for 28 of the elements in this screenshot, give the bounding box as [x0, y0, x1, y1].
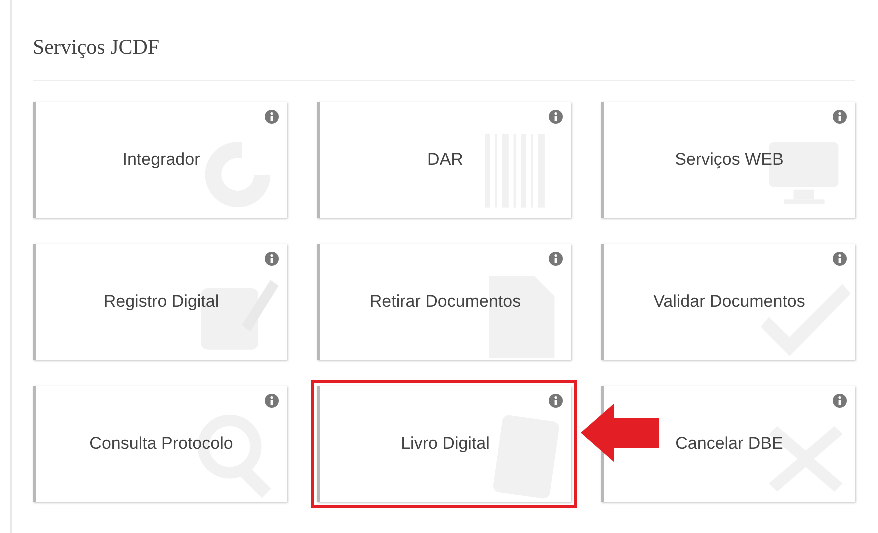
info-icon[interactable] — [549, 252, 563, 266]
info-icon[interactable] — [833, 252, 847, 266]
info-icon[interactable] — [833, 394, 847, 408]
tile-label: Registro Digital — [104, 291, 220, 314]
tile-label: Validar Documentos — [654, 291, 806, 314]
tile-label: Retirar Documentos — [370, 291, 522, 314]
tile-label: Consulta Protocolo — [90, 433, 234, 456]
tile-label: DAR — [428, 149, 464, 172]
info-icon[interactable] — [549, 110, 563, 124]
tile-label: Integrador — [122, 149, 200, 172]
panel-title: Serviços JCDF — [33, 34, 160, 61]
info-icon[interactable] — [265, 252, 279, 266]
service-tile[interactable]: DAR — [317, 102, 571, 218]
tile-label: Serviços WEB — [675, 149, 784, 172]
tile-label: Cancelar DBE — [676, 433, 784, 456]
service-tile[interactable]: Registro Digital — [33, 244, 287, 360]
service-tile[interactable]: Retirar Documentos — [317, 244, 571, 360]
service-tile[interactable]: Integrador — [33, 102, 287, 218]
service-tile[interactable]: Serviços WEB — [601, 102, 855, 218]
tile-label: Livro Digital — [401, 433, 490, 456]
service-tile[interactable]: Consulta Protocolo — [33, 386, 287, 502]
info-icon[interactable] — [833, 110, 847, 124]
service-tile[interactable]: Validar Documentos — [601, 244, 855, 360]
info-icon[interactable] — [265, 110, 279, 124]
service-tile[interactable]: Livro Digital — [317, 386, 571, 502]
info-icon[interactable] — [549, 394, 563, 408]
service-tile[interactable]: Cancelar DBE — [601, 386, 855, 502]
info-icon[interactable] — [265, 394, 279, 408]
